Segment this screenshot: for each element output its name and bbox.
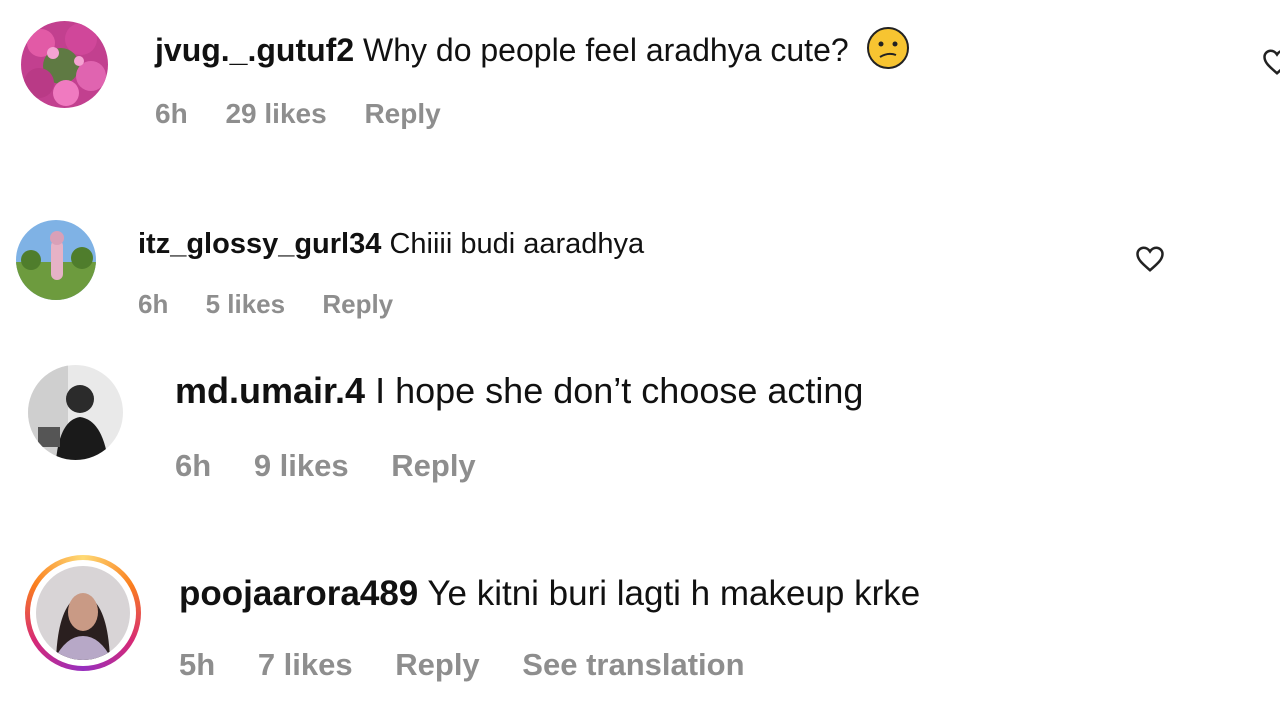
comment-likes[interactable]: 9 likes: [254, 446, 349, 486]
comment-time: 6h: [155, 98, 188, 129]
comment-username[interactable]: md.umair.4: [175, 370, 365, 411]
see-translation-button[interactable]: See translation: [522, 645, 744, 685]
comment-text: I hope she don’t choose acting: [375, 370, 864, 411]
comment-time: 5h: [179, 647, 216, 682]
comment-username[interactable]: poojaarora489: [179, 574, 418, 613]
comment-likes[interactable]: 5 likes: [206, 287, 286, 321]
avatar[interactable]: [16, 220, 96, 300]
confused-face-emoji-icon: [866, 26, 910, 79]
outdoor-avatar-image: [16, 220, 96, 300]
comment-likes[interactable]: 7 likes: [258, 645, 353, 685]
comment-text: Why do people feel aradhya cute?: [363, 31, 849, 68]
comment-likes[interactable]: 29 likes: [225, 96, 326, 132]
comment-text: Chiiii budi aaradhya: [389, 228, 645, 260]
avatar[interactable]: [21, 21, 108, 108]
comment-time: 6h: [175, 448, 212, 483]
comment-time: 6h: [138, 289, 169, 319]
reply-button[interactable]: Reply: [322, 287, 393, 321]
flower-avatar-image: [21, 21, 108, 108]
avatar[interactable]: [36, 566, 130, 660]
comment-text: Ye kitni buri lagti h makeup krke: [427, 574, 921, 613]
person-avatar-image: [28, 365, 123, 460]
reply-button[interactable]: Reply: [395, 645, 479, 685]
reply-button[interactable]: Reply: [364, 96, 440, 132]
comment-username[interactable]: itz_glossy_gurl34: [138, 228, 381, 260]
woman-avatar-image: [36, 566, 130, 660]
heart-outline-icon[interactable]: [1262, 48, 1280, 76]
comment-username[interactable]: jvug._.gutuf2: [155, 32, 354, 68]
heart-outline-icon[interactable]: [1135, 245, 1165, 273]
reply-button[interactable]: Reply: [391, 446, 475, 486]
avatar[interactable]: [28, 365, 123, 460]
